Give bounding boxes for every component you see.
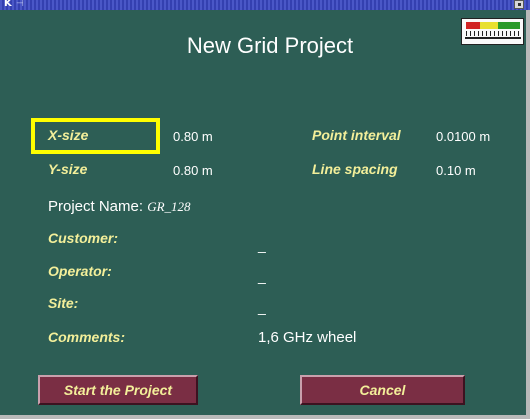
pin-icon[interactable]: ⊣ (16, 0, 24, 9)
meter-green-segment (498, 22, 520, 29)
point-interval-value[interactable]: 0.0100 m (436, 129, 490, 144)
x-size-value[interactable]: 0.80 m (173, 129, 213, 144)
comments-field[interactable]: 1,6 GHz wheel (258, 329, 356, 346)
line-spacing-value[interactable]: 0.10 m (436, 163, 476, 178)
x-size-label[interactable]: X-size (48, 127, 88, 143)
site-field[interactable]: _ (258, 299, 266, 315)
customer-field[interactable]: _ (258, 237, 266, 253)
site-label: Site: (48, 295, 79, 311)
meter-yellow-segment (480, 22, 498, 29)
y-size-value[interactable]: 0.80 m (173, 163, 213, 178)
operator-label: Operator: (48, 263, 112, 279)
customer-label: Customer: (48, 230, 119, 246)
cancel-button[interactable]: Cancel (300, 375, 465, 405)
y-size-label[interactable]: Y-size (48, 161, 87, 177)
window-border-bottom (0, 415, 530, 419)
operator-field[interactable]: _ (258, 268, 266, 284)
project-name-row[interactable]: Project Name: GR_128 (48, 198, 191, 215)
app-icon: K (4, 0, 12, 9)
project-name-label: Project Name: (48, 198, 144, 215)
project-name-value[interactable]: GR_128 (147, 199, 190, 214)
title-bar[interactable]: K ⊣ (0, 0, 530, 10)
line-spacing-label[interactable]: Line spacing (312, 161, 398, 177)
comments-label: Comments: (48, 329, 126, 345)
page-title: New Grid Project (186, 33, 354, 58)
close-icon[interactable] (514, 0, 524, 9)
meter-red-segment (466, 22, 480, 29)
start-project-button[interactable]: Start the Project (38, 375, 198, 405)
point-interval-label[interactable]: Point interval (312, 127, 401, 143)
window-border-right (526, 10, 530, 419)
